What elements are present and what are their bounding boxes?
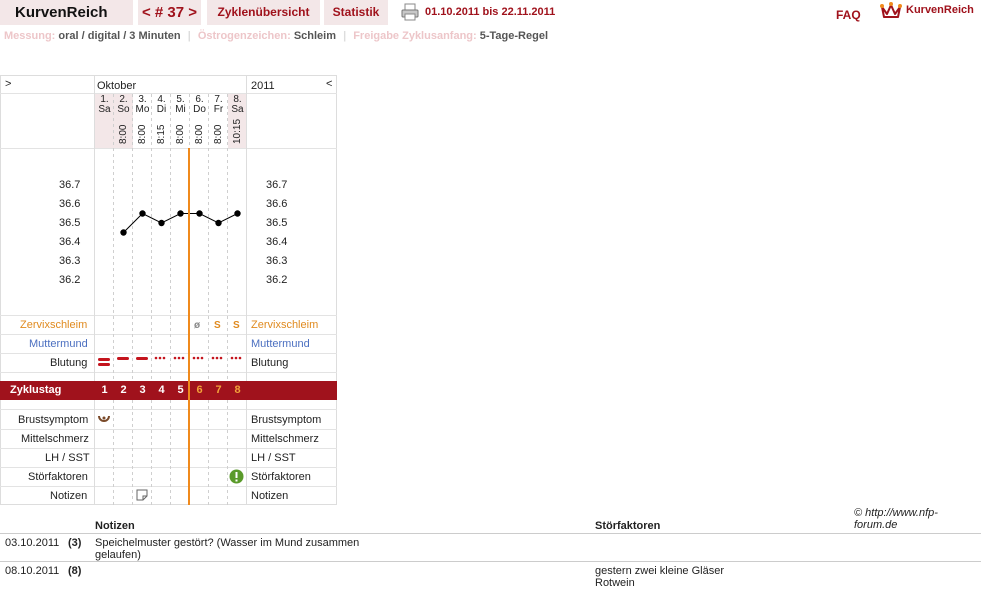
bleeding-markers xyxy=(98,356,242,366)
row-label-breast: Brustsymptom xyxy=(251,414,322,426)
temperature-point[interactable] xyxy=(139,210,146,217)
temperature-point[interactable] xyxy=(234,210,241,217)
cycle-day-number: 2 xyxy=(120,384,127,396)
cervix-symbol[interactable]: S xyxy=(233,320,240,331)
row-label-cervix: Zervixschleim xyxy=(251,319,319,331)
row-label-cycle-day: Zyklustag xyxy=(10,384,62,396)
note-date: 08.10.2011 xyxy=(5,565,60,577)
note-icon[interactable] xyxy=(136,489,148,501)
separator: | xyxy=(343,30,347,42)
col-header-notes: Notizen xyxy=(95,520,135,532)
today-marker xyxy=(188,148,190,505)
row-label-muttermund: Muttermund xyxy=(251,338,310,350)
disturbance-icon[interactable] xyxy=(229,469,244,484)
breast-symptom-icon[interactable] xyxy=(97,413,111,425)
temperature-point[interactable] xyxy=(196,210,203,217)
cycle-day-number: 6 xyxy=(196,384,203,396)
cycle-day-number: 3 xyxy=(139,384,146,396)
row-label-midpain: Mittelschmerz xyxy=(21,433,89,445)
row-label-muttermund: Muttermund xyxy=(29,338,88,350)
temperature-curve xyxy=(120,210,241,236)
cycle-day-number: 7 xyxy=(215,384,222,396)
note-day: (8) xyxy=(68,565,82,577)
row-label-midpain: Mittelschmerz xyxy=(251,433,319,445)
row-label-disturb: Störfaktoren xyxy=(251,471,311,483)
row-label-cervix: Zervixschleim xyxy=(20,319,88,331)
cervix-symbol[interactable]: ø xyxy=(194,320,200,331)
row-label-notes: Notizen xyxy=(50,490,88,502)
cycle-day-number: 8 xyxy=(234,384,241,396)
disturb-text: gestern zwei kleine Gläser Rotwein xyxy=(595,565,725,589)
row-label-breast: Brustsymptom xyxy=(18,414,89,426)
note-date: 03.10.2011 xyxy=(5,537,60,549)
row-label-bleeding: Blutung xyxy=(50,357,88,369)
note-text: Speichelmuster gestört? (Wasser im Mund … xyxy=(95,537,360,561)
temperature-point[interactable] xyxy=(120,229,127,236)
row-label-bleeding: Blutung xyxy=(251,357,289,369)
brand-logo-text[interactable]: KurvenReich xyxy=(906,4,974,16)
copyright-notice: © http://www.nfp-forum.de xyxy=(854,507,938,531)
date-range: 01.10.2011 bis 22.11.2011 xyxy=(425,6,556,18)
release-label: Freigabe Zyklusanfang: xyxy=(353,30,477,42)
row-separator xyxy=(0,561,981,562)
note-day: (3) xyxy=(68,537,82,549)
row-label-lh: LH / SST xyxy=(45,452,90,464)
cycle-day-number: 1 xyxy=(101,384,108,396)
row-label-notes: Notizen xyxy=(251,490,289,502)
cervix-symbol[interactable]: S xyxy=(214,320,221,331)
faq-link[interactable]: FAQ xyxy=(836,8,861,22)
crown-icon xyxy=(880,2,902,18)
row-separator xyxy=(0,533,981,534)
col-header-disturb: Störfaktoren xyxy=(595,520,661,532)
temperature-point[interactable] xyxy=(177,210,184,217)
printer-icon[interactable] xyxy=(401,3,419,21)
row-label-lh: LH / SST xyxy=(251,452,296,464)
release-value: 5-Tage-Regel xyxy=(479,30,549,42)
temperature-point[interactable] xyxy=(215,219,222,227)
temperature-point[interactable] xyxy=(158,219,165,227)
cycle-day-number: 4 xyxy=(158,384,165,396)
row-label-disturb: Störfaktoren xyxy=(28,471,88,483)
